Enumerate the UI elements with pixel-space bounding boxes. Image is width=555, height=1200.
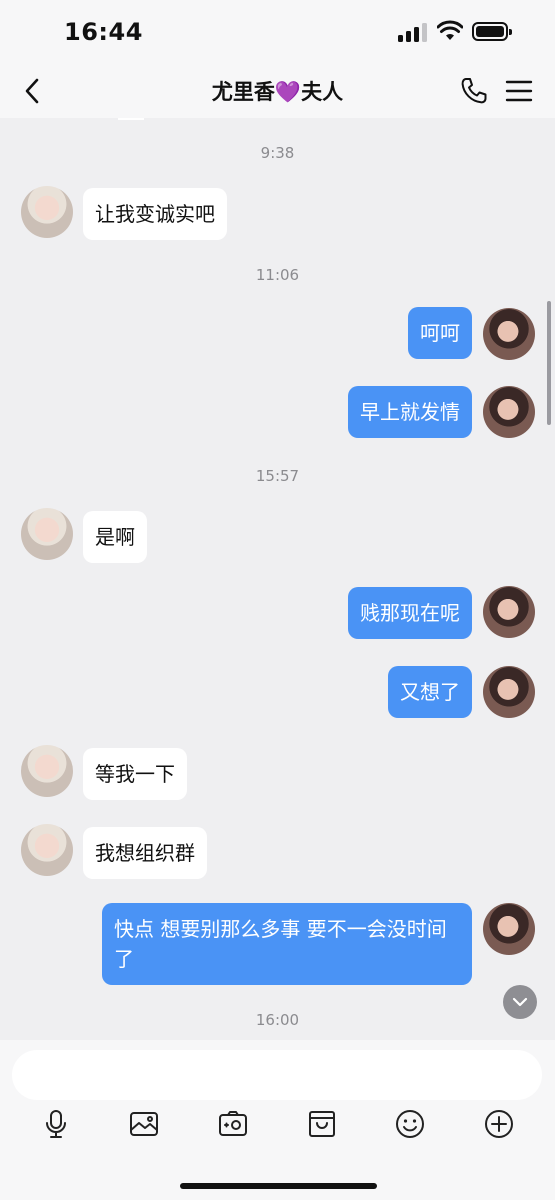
message-bubble-outgoing[interactable]: 呵呵	[408, 307, 472, 359]
message-bubble-outgoing[interactable]: 早上就发情	[348, 386, 472, 438]
status-bar: 16:44	[0, 0, 555, 64]
message-bubble-outgoing[interactable]: 又想了	[388, 666, 472, 718]
message-bubble-incoming[interactable]: 让我变诚实吧	[83, 188, 227, 240]
plus-circle-icon[interactable]	[483, 1108, 515, 1140]
user-avatar[interactable]	[483, 386, 535, 438]
signal-icon	[398, 22, 430, 42]
chevron-down-icon	[512, 997, 528, 1007]
image-icon[interactable]	[128, 1108, 160, 1140]
timestamp: 11:06	[255, 266, 300, 284]
user-avatar[interactable]	[483, 586, 535, 638]
message-bubble-incoming[interactable]: 等我一下	[83, 748, 187, 800]
hamburger-menu-icon[interactable]	[505, 78, 533, 104]
message-bubble-outgoing[interactable]: 贱那现在呢	[348, 587, 472, 639]
previous-bubble-edge	[118, 118, 144, 120]
wifi-icon	[437, 20, 463, 40]
timestamp: 15:57	[255, 467, 300, 485]
message-bubble-incoming[interactable]: 是啊	[83, 511, 147, 563]
scroll-down-button[interactable]	[503, 985, 537, 1019]
microphone-icon[interactable]	[40, 1108, 72, 1140]
status-time: 16:44	[64, 18, 143, 46]
contact-avatar[interactable]	[21, 745, 73, 797]
battery-icon	[472, 22, 512, 41]
message-input[interactable]	[12, 1050, 542, 1100]
scroll-indicator[interactable]	[547, 301, 551, 425]
bag-icon[interactable]	[306, 1108, 338, 1140]
chat-area[interactable]: 9:38 让我变诚实吧 11:06 呵呵 早上就发情 15:57 是啊 贱那现在…	[0, 118, 555, 1040]
message-bubble-outgoing[interactable]: 快点 想要别那么多事 要不一会没时间了	[102, 903, 472, 985]
user-avatar[interactable]	[483, 308, 535, 360]
contact-avatar[interactable]	[21, 824, 73, 876]
camera-icon[interactable]	[217, 1108, 249, 1140]
composer	[0, 1040, 555, 1200]
home-indicator[interactable]	[180, 1183, 377, 1189]
timestamp: 16:00	[255, 1011, 300, 1029]
timestamp: 9:38	[260, 144, 295, 162]
contact-avatar[interactable]	[21, 508, 73, 560]
smiley-icon[interactable]	[394, 1108, 426, 1140]
phone-icon[interactable]	[459, 76, 489, 106]
user-avatar[interactable]	[483, 903, 535, 955]
message-bubble-incoming[interactable]: 我想组织群	[83, 827, 207, 879]
user-avatar[interactable]	[483, 666, 535, 718]
nav-bar: 尤里香💜夫人	[0, 64, 555, 118]
contact-avatar[interactable]	[21, 186, 73, 238]
